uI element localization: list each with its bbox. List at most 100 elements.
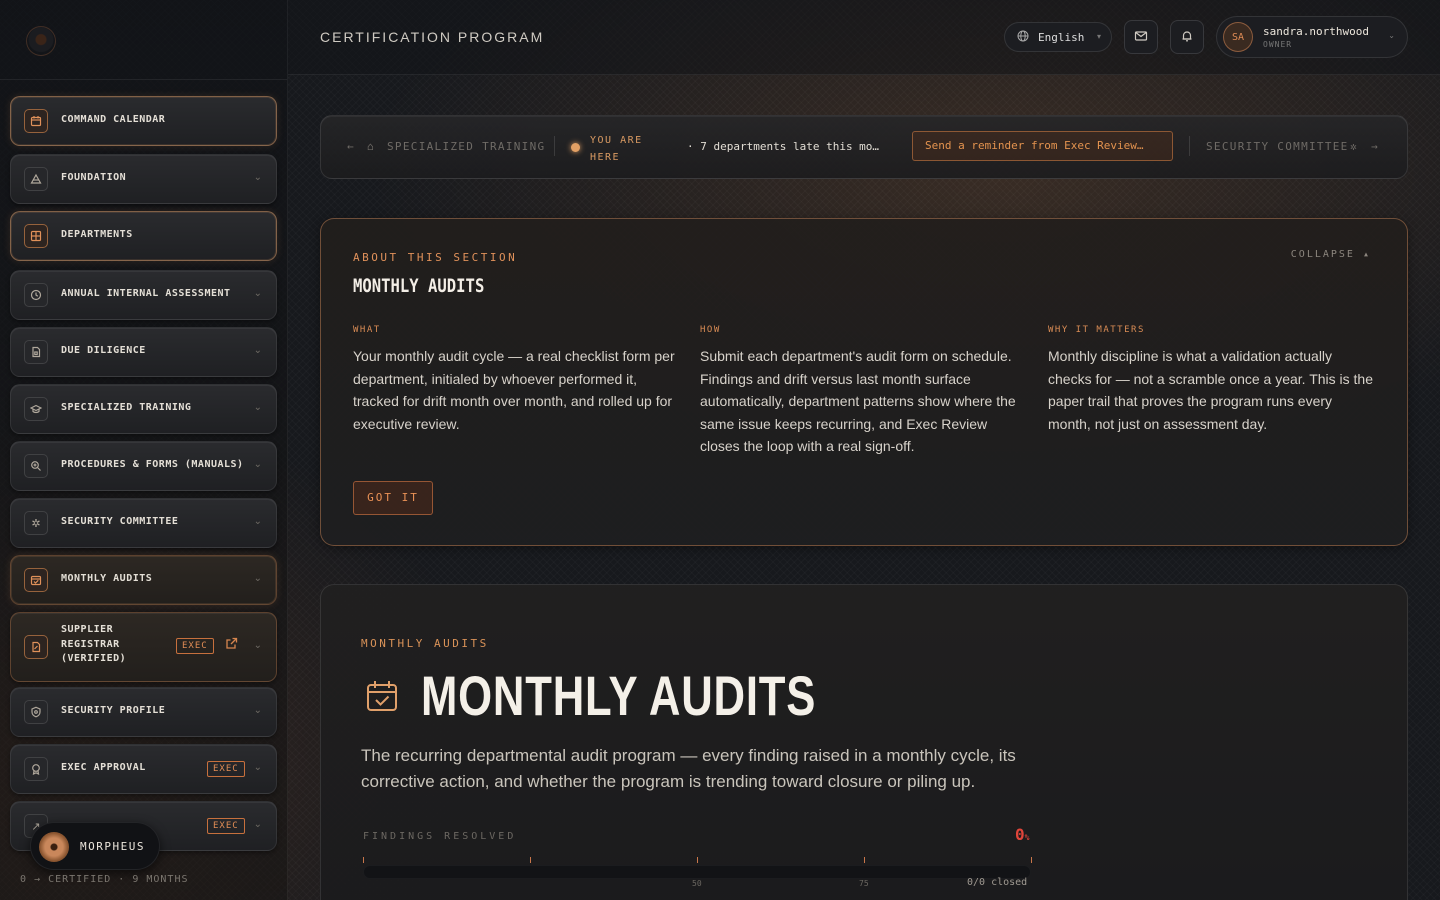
column-label: HOW <box>700 325 721 335</box>
progress-percent-value: 0 <box>1015 825 1025 844</box>
exec-badge: EXEC <box>207 761 245 777</box>
progress-percent-unit: % <box>1024 833 1030 842</box>
sidebar-item-label: EXEC APPROVAL <box>61 762 146 773</box>
monthly-audits-card: MONTHLY AUDITS MONTHLY AUDITS The recurr… <box>320 584 1408 900</box>
chevron-down-icon[interactable]: ⌄ <box>254 172 262 183</box>
sidebar-item-label: FOUNDATION <box>61 172 127 183</box>
external-link-icon[interactable] <box>225 637 238 653</box>
sidebar-item-label: MONTHLY AUDITS <box>61 573 153 584</box>
divider <box>1189 136 1190 156</box>
chevron-down-icon[interactable]: ⌄ <box>254 402 262 413</box>
messages-button[interactable] <box>1124 20 1158 54</box>
chevron-down-icon: ⌄ <box>1388 31 1395 40</box>
next-arrow-icon[interactable]: → <box>1371 140 1379 153</box>
column-label: WHAT <box>353 325 381 335</box>
graduation-cap-icon: ⌂ <box>367 140 375 153</box>
sidebar-item-label: ANNUAL INTERNAL ASSESSMENT <box>61 288 231 299</box>
sidebar-item-label: PROCEDURES & FORMS (MANUALS) <box>61 459 244 470</box>
document-icon <box>24 340 48 364</box>
send-reminder-button[interactable]: Send a reminder from Exec Review… <box>912 131 1173 161</box>
language-selector[interactable]: English ▾ <box>1004 22 1112 52</box>
pyramid-icon <box>24 167 48 191</box>
next-section-link[interactable]: SECURITY COMMITTEE <box>1206 140 1349 153</box>
notifications-button[interactable] <box>1170 20 1204 54</box>
progress-tick <box>530 857 531 863</box>
magnifier-icon <box>24 454 48 478</box>
sidebar-item-specialized-training[interactable]: SPECIALIZED TRAINING ⌄ <box>10 384 277 434</box>
prev-arrow-icon[interactable]: ← <box>347 140 355 153</box>
progress-percent: 0% <box>1015 825 1029 844</box>
mail-icon <box>1134 29 1148 46</box>
progress-label: FINDINGS RESOLVED <box>363 831 517 842</box>
user-menu[interactable]: SA sandra.northwood OWNER ⌄ <box>1216 16 1408 58</box>
about-section-panel: ABOUT THIS SECTION MONTHLY AUDITS COLLAP… <box>320 218 1408 546</box>
you-are-here-label: YOU ARE HERE <box>590 135 643 163</box>
sidebar-item-due-diligence[interactable]: DUE DILIGENCE ⌄ <box>10 327 277 377</box>
seal-icon <box>24 757 48 781</box>
grid-icon <box>24 224 48 248</box>
closed-count: 0/0 closed <box>967 877 1028 888</box>
chevron-down-icon: ▾ <box>1096 32 1101 41</box>
certificate-icon <box>24 635 48 659</box>
card-title: MONTHLY AUDITS <box>421 664 817 727</box>
user-name: sandra.northwood <box>1263 25 1369 38</box>
column-body: Your monthly audit cycle — a real checkl… <box>353 348 675 432</box>
current-location-dot <box>571 143 580 152</box>
sidebar-item-command-calendar[interactable]: COMMAND CALENDAR <box>10 96 277 146</box>
chevron-down-icon[interactable]: ⌄ <box>254 573 262 584</box>
sidebar-item-exec-approval[interactable]: EXEC APPROVAL EXEC ⌄ <box>10 744 277 794</box>
about-how: HOW Submit each department's audit form … <box>700 325 1030 458</box>
top-bar: CERTIFICATION PROGRAM English ▾ SA sandr… <box>288 0 1440 75</box>
sidebar-item-label: SPECIALIZED TRAINING <box>61 402 192 413</box>
card-description: The recurring departmental audit program… <box>361 746 1016 791</box>
sidebar-item-label: COMMAND CALENDAR <box>61 114 166 125</box>
gear-icon: ✲ <box>1350 140 1358 153</box>
sidebar-item-security-profile[interactable]: SECURITY PROFILE ⌄ <box>10 687 277 737</box>
chevron-down-icon[interactable]: ⌄ <box>254 459 262 470</box>
progress-tick <box>1031 857 1032 863</box>
calendar-icon <box>24 109 48 133</box>
sidebar-item-procedures-forms[interactable]: PROCEDURES & FORMS (MANUALS) ⌄ <box>10 441 277 491</box>
sidebar-item-monthly-audits[interactable]: MONTHLY AUDITS ⌄ <box>10 555 277 605</box>
shield-icon <box>24 700 48 724</box>
exec-badge: EXEC <box>176 638 214 654</box>
bell-icon <box>1180 29 1194 46</box>
sidebar-item-departments[interactable]: DEPARTMENTS <box>10 211 277 261</box>
globe-icon <box>1017 30 1029 45</box>
morpheus-assistant-button[interactable]: MORPHEUS <box>30 822 160 870</box>
gear-icon: ✲ <box>24 511 48 535</box>
sidebar-item-supplier-registrar[interactable]: SUPPLIER REGISTRAR (VERIFIED) EXEC ⌄ <box>10 612 277 682</box>
chevron-down-icon[interactable]: ⌄ <box>254 762 262 773</box>
column-label: WHY IT MATTERS <box>1048 325 1145 335</box>
sidebar-item-label: SECURITY PROFILE <box>61 705 166 716</box>
logo[interactable] <box>26 26 56 56</box>
sidebar: COMMAND CALENDAR FOUNDATION ⌄ DEPARTMENT… <box>0 0 288 900</box>
progress-tick <box>864 857 865 863</box>
tick-label-50: 50 <box>692 879 702 888</box>
chevron-down-icon[interactable]: ⌄ <box>254 345 262 356</box>
chevron-down-icon[interactable]: ⌄ <box>254 705 262 716</box>
about-why: WHY IT MATTERS Monthly discipline is wha… <box>1048 325 1378 435</box>
sidebar-item-foundation[interactable]: FOUNDATION ⌄ <box>10 154 277 204</box>
sidebar-item-label: SUPPLIER REGISTRAR (VERIFIED) <box>61 624 127 664</box>
sidebar-item-annual-internal-assessment[interactable]: ANNUAL INTERNAL ASSESSMENT ⌄ <box>10 270 277 320</box>
column-body: Submit each department's audit form on s… <box>700 348 1016 454</box>
brand-area <box>0 0 287 80</box>
findings-progress-bar <box>363 865 1031 879</box>
chevron-down-icon[interactable]: ⌄ <box>254 516 262 527</box>
got-it-button[interactable]: GOT IT <box>353 481 433 515</box>
graduation-cap-icon <box>24 397 48 421</box>
user-role: OWNER <box>1263 40 1293 49</box>
sidebar-item-label: DUE DILIGENCE <box>61 345 146 356</box>
divider <box>554 136 555 156</box>
orb-icon <box>39 832 69 862</box>
chevron-down-icon[interactable]: ⌄ <box>254 640 262 651</box>
prev-section-link[interactable]: SPECIALIZED TRAINING <box>387 140 545 153</box>
chevron-down-icon[interactable]: ⌄ <box>254 819 262 830</box>
collapse-button[interactable]: COLLAPSE ▴ <box>1291 249 1371 260</box>
clock-icon <box>24 283 48 307</box>
sidebar-item-security-committee[interactable]: ✲ SECURITY COMMITTEE ⌄ <box>10 498 277 548</box>
chevron-down-icon[interactable]: ⌄ <box>254 288 262 299</box>
tick-label-75: 75 <box>859 879 869 888</box>
progress-tick <box>697 857 698 863</box>
